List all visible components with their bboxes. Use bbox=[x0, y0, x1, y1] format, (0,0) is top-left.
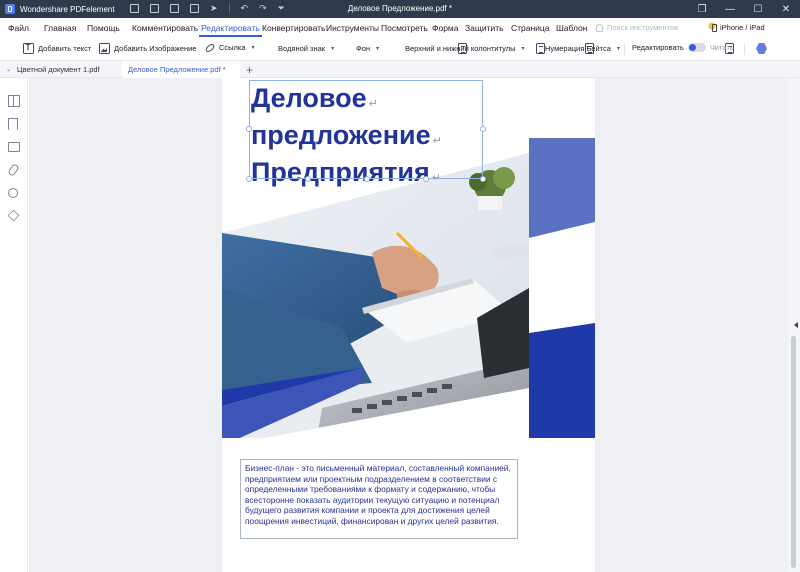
bates-label: Нумерация Бейтса bbox=[545, 44, 611, 53]
menu-tools[interactable]: Инструменты bbox=[326, 23, 379, 33]
pdf-page: Деловое ↵ предложение ↵ Предприятия ↵ Бизне… bbox=[222, 78, 595, 572]
mode-toggle[interactable] bbox=[687, 43, 706, 52]
app-name: Wondershare PDFelement bbox=[20, 4, 115, 14]
add-image-button[interactable]: Добавить Изображение bbox=[99, 43, 196, 54]
menu-form[interactable]: Форма bbox=[432, 23, 459, 33]
resize-handle[interactable] bbox=[246, 176, 252, 182]
tab-label: Деловое Предложение.pdf * bbox=[128, 65, 226, 74]
scroll-thumb[interactable] bbox=[791, 336, 796, 568]
customize-icon[interactable]: ⏷ bbox=[278, 3, 285, 13]
edit-toolbar: Добавить текст Добавить Изображение Ссыл… bbox=[0, 38, 800, 60]
document-canvas: Деловое ↵ предложение ↵ Предприятия ↵ Бизне… bbox=[29, 78, 788, 572]
device-link[interactable]: iPhone / iPad bbox=[712, 23, 765, 32]
folder-icon[interactable] bbox=[130, 3, 139, 13]
resize-handle[interactable] bbox=[480, 176, 486, 182]
tab-color-document[interactable]: ⌄ Цветной документ 1.pdf bbox=[0, 61, 122, 78]
watermark-label: Водяной знак bbox=[278, 44, 326, 53]
body-text-block[interactable]: Бизнес-план - это письменный материал, с… bbox=[240, 459, 518, 539]
chevron-down-icon[interactable]: ⌄ bbox=[6, 66, 11, 73]
device-link-label: iPhone / iPad bbox=[720, 23, 765, 32]
search-icon[interactable] bbox=[8, 188, 18, 198]
menu-comment[interactable]: Комментировать bbox=[132, 23, 198, 33]
bookmark-icon[interactable] bbox=[8, 118, 18, 130]
menu-protect[interactable]: Защитить bbox=[465, 23, 504, 33]
phone-icon bbox=[712, 23, 717, 32]
header-footer-button[interactable]: Верхний и нижний колонтитулы ▾ bbox=[392, 43, 594, 54]
bates-button[interactable]: Нумерация Бейтса ▾ bbox=[532, 43, 734, 54]
comment-icon[interactable] bbox=[8, 142, 20, 152]
menu-edit[interactable]: Редактировать bbox=[199, 23, 262, 37]
menu-view[interactable]: Посмотреть bbox=[381, 23, 428, 33]
watermark-button[interactable]: Водяной знак ▾ bbox=[265, 43, 467, 54]
close-button[interactable]: ✕ bbox=[772, 4, 800, 15]
cursor-icon[interactable]: ➤ bbox=[210, 3, 218, 13]
redo-icon[interactable]: ↷ bbox=[259, 3, 267, 13]
undo-icon[interactable]: ↶ bbox=[241, 3, 249, 13]
add-text-label: Добавить текст bbox=[38, 44, 92, 53]
background-button[interactable]: Фон ▾ bbox=[343, 43, 545, 54]
restore-icon[interactable]: ❐ bbox=[688, 4, 716, 15]
resize-handle[interactable] bbox=[305, 176, 311, 182]
title-bar: Wondershare PDFelement ➤ ↶ ↷ ⏷ Деловое П… bbox=[0, 0, 800, 18]
edit-mode-label: Редактировать bbox=[632, 43, 684, 52]
print-icon[interactable] bbox=[190, 3, 199, 13]
resize-handle[interactable] bbox=[246, 126, 252, 132]
tab-label: Цветной документ 1.pdf bbox=[17, 65, 100, 74]
document-title: Деловое Предложение.pdf * bbox=[347, 4, 453, 13]
tab-business-proposal[interactable]: Деловое Предложение.pdf * bbox=[122, 61, 240, 78]
quick-access-toolbar: ➤ ↶ ↷ ⏷ bbox=[130, 3, 285, 13]
pages-panel-icon[interactable] bbox=[8, 95, 20, 107]
resize-handle[interactable] bbox=[364, 176, 370, 182]
lightbulb-icon bbox=[596, 23, 603, 32]
chevron-down-icon: ▾ bbox=[521, 46, 525, 52]
menu-home[interactable]: Главная bbox=[44, 23, 76, 33]
link-icon bbox=[204, 41, 216, 54]
menu-convert[interactable]: Конвертировать bbox=[262, 23, 325, 33]
save-icon[interactable] bbox=[150, 3, 159, 13]
resize-handle[interactable] bbox=[423, 176, 429, 182]
menu-bar: Файл Главная Помощь Комментировать Редак… bbox=[0, 18, 800, 38]
minimize-button[interactable]: — bbox=[716, 4, 744, 15]
attachment-icon[interactable] bbox=[7, 163, 20, 177]
collapse-right-panel-icon[interactable] bbox=[794, 322, 798, 328]
image-icon bbox=[99, 43, 110, 54]
menu-file[interactable]: Файл bbox=[8, 23, 29, 33]
text-selection-box[interactable] bbox=[246, 80, 486, 182]
chevron-down-icon: ▾ bbox=[616, 46, 620, 52]
layers-icon[interactable] bbox=[7, 209, 20, 222]
separator bbox=[228, 3, 230, 13]
resize-handle[interactable] bbox=[480, 126, 486, 132]
menu-page[interactable]: Страница bbox=[511, 23, 550, 33]
left-sidebar bbox=[0, 78, 28, 572]
maximize-button[interactable]: ☐ bbox=[744, 4, 772, 15]
ai-button[interactable] bbox=[756, 43, 767, 54]
tool-search[interactable]: Поиск инструментов bbox=[596, 23, 678, 32]
menu-help[interactable]: Помощь bbox=[87, 23, 120, 33]
tab-bar: ⌄ Цветной документ 1.pdf Деловое Предлож… bbox=[0, 60, 800, 78]
hexagon-icon bbox=[756, 43, 767, 54]
email-icon[interactable] bbox=[170, 3, 179, 13]
menu-template[interactable]: Шаблон bbox=[556, 23, 587, 33]
chevron-down-icon: ▾ bbox=[331, 46, 335, 52]
chevron-down-icon: ▾ bbox=[251, 45, 255, 51]
separator bbox=[624, 43, 625, 55]
read-mode-label: Читать bbox=[709, 43, 734, 52]
text-icon bbox=[23, 43, 34, 54]
body-text: Бизнес-план - это письменный материал, с… bbox=[245, 463, 511, 526]
header-footer-label: Верхний и нижний колонтитулы bbox=[405, 44, 516, 53]
link-label: Ссылка bbox=[219, 43, 246, 52]
link-button[interactable]: Ссылка ▾ bbox=[204, 41, 255, 54]
chevron-down-icon: ▾ bbox=[376, 46, 380, 52]
add-text-button[interactable]: Добавить текст bbox=[23, 43, 91, 54]
separator bbox=[744, 43, 745, 55]
app-logo-icon bbox=[5, 4, 15, 14]
window-controls: ❐ — ☐ ✕ bbox=[688, 0, 800, 18]
new-tab-icon[interactable]: + bbox=[246, 63, 253, 77]
background-label: Фон bbox=[356, 44, 371, 53]
mode-switch[interactable]: Редактировать Читать bbox=[632, 43, 734, 52]
tool-search-placeholder: Поиск инструментов bbox=[607, 23, 679, 32]
add-image-label: Добавить Изображение bbox=[114, 44, 197, 53]
